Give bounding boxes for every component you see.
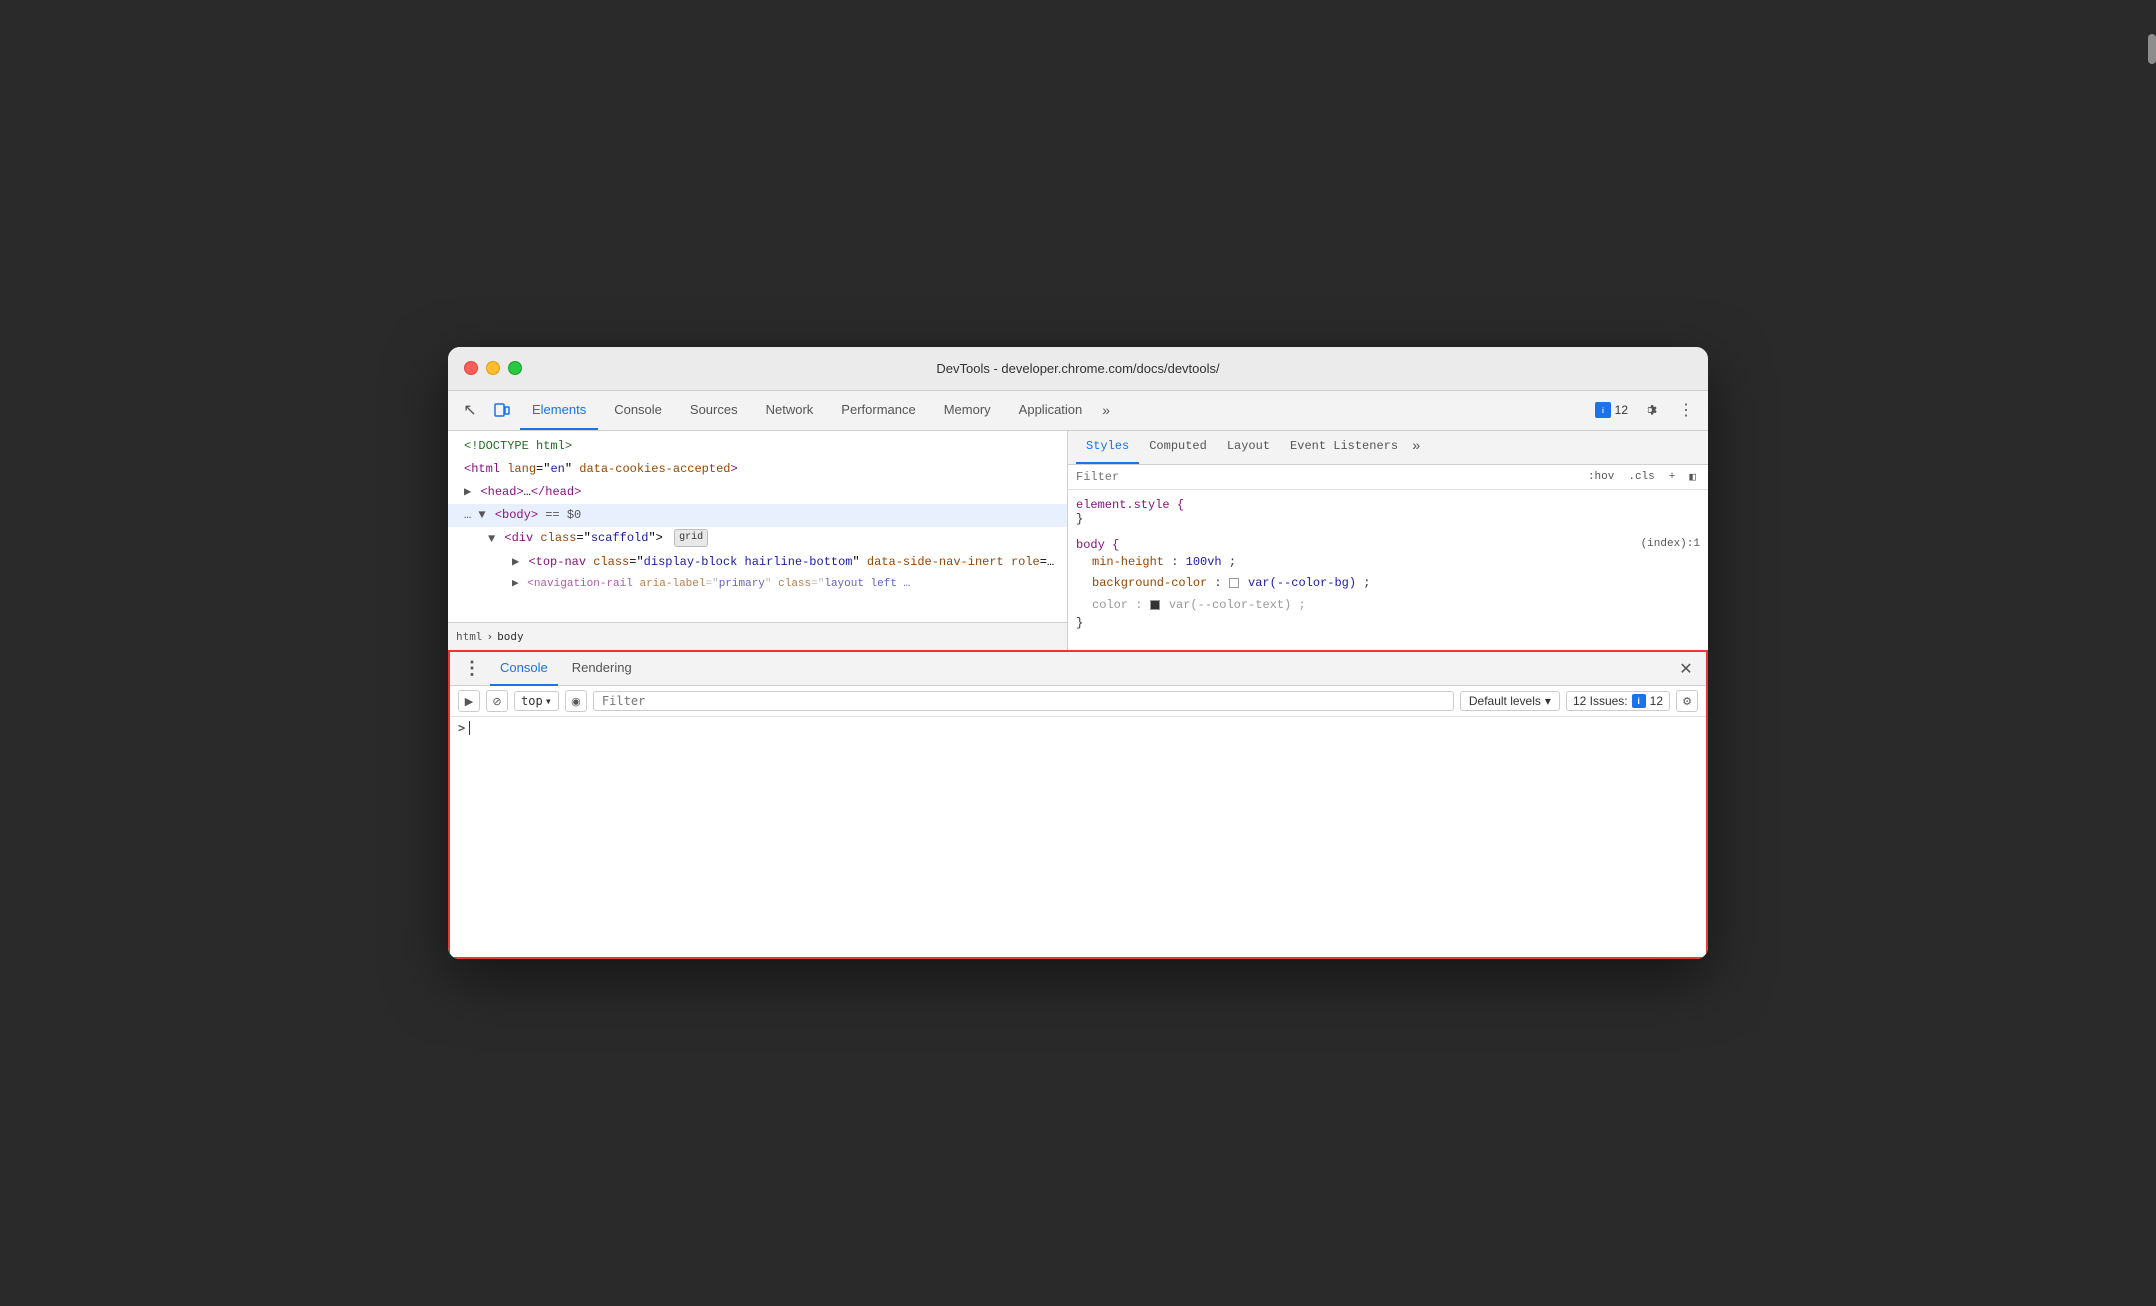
dom-line: ▶ <top-nav class="display-block hairline… — [448, 551, 1067, 574]
tab-elements[interactable]: Elements — [520, 390, 598, 430]
devtools-toolbar: ↖ Elements Console Sources Network Perfo… — [448, 391, 1708, 431]
tab-application[interactable]: Application — [1007, 390, 1095, 430]
console-toolbar: ▶ ⊘ top ▾ ◉ Default levels ▾ 12 Issues: … — [450, 686, 1706, 717]
cls-filter-button[interactable]: .cls — [1624, 470, 1658, 484]
prompt-chevron: > — [458, 721, 465, 735]
toggle-sidebar-button[interactable]: ◧ — [1685, 469, 1700, 485]
style-prop: background-color : var(--color-bg) ; — [1076, 573, 1700, 595]
tab-console[interactable]: Console — [602, 390, 674, 430]
issues-badge[interactable]: i 12 — [1595, 402, 1628, 418]
dom-content[interactable]: <!DOCTYPE html> <html lang="en" data-coo… — [448, 431, 1067, 623]
tab-computed[interactable]: Computed — [1139, 431, 1217, 465]
issues-label: 12 Issues: — [1573, 694, 1628, 708]
dom-line: ▼ <div class="scaffold"> grid — [448, 527, 1067, 550]
dom-line: <html lang="en" data-cookies-accepted> — [448, 458, 1067, 481]
style-source: (index):1 — [1641, 538, 1700, 550]
drawer-close-button[interactable]: ✕ — [1674, 657, 1698, 681]
grid-badge[interactable]: grid — [674, 529, 708, 547]
style-selector: element.style { — [1076, 498, 1184, 512]
styles-filter-bar: :hov .cls + ◧ — [1068, 465, 1708, 490]
toolbar-right: i 12 ⋮ — [1595, 396, 1700, 424]
settings-button[interactable] — [1636, 396, 1664, 424]
console-settings-button[interactable]: ⚙ — [1676, 690, 1698, 712]
console-prompt: > — [458, 721, 1698, 735]
minimize-button[interactable] — [486, 361, 500, 375]
issues-count: 12 — [1615, 403, 1628, 417]
breadcrumb-html[interactable]: html — [456, 630, 483, 643]
clear-console-button[interactable]: ⊘ — [486, 690, 508, 712]
dom-line-body: … ▼ <body> == $0 — [448, 504, 1067, 527]
tab-sources[interactable]: Sources — [678, 390, 750, 430]
dom-line: ▶ <head>…</head> — [448, 481, 1067, 504]
style-rule-element: element.style { } — [1076, 498, 1700, 526]
styles-filter-input[interactable] — [1076, 470, 1576, 484]
styles-content[interactable]: element.style { } (index):1 body { min-h… — [1068, 490, 1708, 651]
issues-button[interactable]: 12 Issues: i 12 — [1566, 691, 1670, 711]
issues-icon: i — [1595, 402, 1611, 418]
devtools-panel: ↖ Elements Console Sources Network Perfo… — [448, 391, 1708, 960]
issues-count-label: 12 — [1650, 694, 1663, 708]
dom-line: <!DOCTYPE html> — [448, 435, 1067, 458]
dom-line: ▶ <navigation-rail aria-label="primary" … — [448, 574, 1067, 596]
console-drawer: ⋮ Console Rendering ✕ ▶ ⊘ top ▾ ◉ Defaul… — [448, 650, 1708, 959]
drawer-tab-console[interactable]: Console — [490, 652, 558, 686]
execute-button[interactable]: ▶ — [458, 690, 480, 712]
styles-tabs: Styles Computed Layout Event Listeners » — [1068, 431, 1708, 465]
tab-performance[interactable]: Performance — [829, 390, 927, 430]
dom-panel: <!DOCTYPE html> <html lang="en" data-coo… — [448, 431, 1068, 651]
traffic-lights — [464, 361, 522, 375]
tab-styles[interactable]: Styles — [1076, 431, 1139, 465]
live-expressions-button[interactable]: ◉ — [565, 690, 587, 712]
drawer-tab-rendering[interactable]: Rendering — [562, 652, 642, 686]
top-context-selector[interactable]: top ▾ — [514, 691, 559, 711]
fullscreen-button[interactable] — [508, 361, 522, 375]
more-style-tabs-button[interactable]: » — [1408, 439, 1424, 455]
add-style-rule-button[interactable]: + — [1665, 470, 1680, 484]
more-options-button[interactable]: ⋮ — [1672, 396, 1700, 424]
tab-event-listeners[interactable]: Event Listeners — [1280, 431, 1408, 465]
style-selector: body { — [1076, 538, 1119, 552]
devtools-main: <!DOCTYPE html> <html lang="en" data-coo… — [448, 431, 1708, 651]
title-bar: DevTools - developer.chrome.com/docs/dev… — [448, 347, 1708, 391]
style-rule-body: (index):1 body { min-height : 100vh ; ba… — [1076, 538, 1700, 631]
tab-memory[interactable]: Memory — [932, 390, 1003, 430]
filter-buttons: :hov .cls + ◧ — [1584, 469, 1700, 485]
close-button[interactable] — [464, 361, 478, 375]
cursor-blink — [469, 721, 470, 735]
default-levels-label: Default levels — [1469, 694, 1541, 708]
tab-layout[interactable]: Layout — [1217, 431, 1280, 465]
window-title: DevTools - developer.chrome.com/docs/dev… — [936, 361, 1219, 376]
svg-text:i: i — [1602, 408, 1604, 415]
drawer-toolbar: ⋮ Console Rendering ✕ — [450, 652, 1706, 686]
dom-breadcrumb: html › body — [448, 622, 1067, 650]
hov-filter-button[interactable]: :hov — [1584, 470, 1618, 484]
more-tabs-button[interactable]: » — [1098, 402, 1114, 418]
default-levels-button[interactable]: Default levels ▾ — [1460, 691, 1560, 711]
color-swatch-text[interactable] — [1150, 600, 1160, 610]
cursor-icon[interactable]: ↖ — [456, 396, 484, 424]
console-content[interactable]: > — [450, 717, 1706, 957]
breadcrumb-body[interactable]: body — [497, 630, 524, 643]
device-toggle-icon[interactable] — [488, 396, 516, 424]
styles-panel: Styles Computed Layout Event Listeners »… — [1068, 431, 1708, 651]
color-swatch-bg[interactable] — [1229, 578, 1239, 588]
top-context-label: top — [521, 694, 543, 708]
console-filter-input[interactable] — [593, 691, 1454, 711]
issues-icon-small: i — [1632, 694, 1646, 708]
style-prop: min-height : 100vh ; — [1076, 552, 1700, 574]
chevron-down-icon: ▾ — [545, 694, 552, 708]
drawer-more-options-button[interactable]: ⋮ — [458, 655, 486, 683]
chevron-down-icon: ▾ — [1545, 694, 1551, 708]
style-prop-faded: color : var(--color-text) ; — [1076, 595, 1700, 617]
tab-network[interactable]: Network — [754, 390, 826, 430]
